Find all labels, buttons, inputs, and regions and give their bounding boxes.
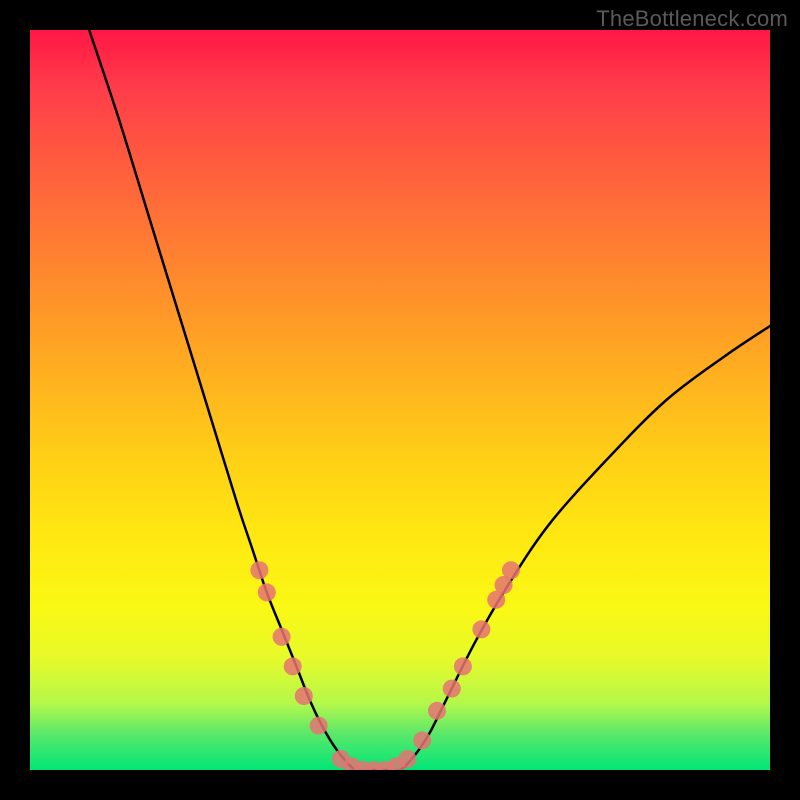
highlight-dot <box>310 717 328 735</box>
bottleneck-chart-svg <box>30 30 770 770</box>
highlight-dot <box>398 750 416 768</box>
highlight-dot <box>250 561 268 579</box>
highlight-dot <box>258 583 276 601</box>
bottleneck-curve <box>89 30 770 770</box>
highlight-dots-group <box>250 561 520 770</box>
highlight-dot <box>454 657 472 675</box>
highlight-dot <box>284 657 302 675</box>
highlight-dot <box>443 680 461 698</box>
highlight-dot <box>273 628 291 646</box>
highlight-dot <box>428 702 446 720</box>
highlight-dot <box>502 561 520 579</box>
highlight-dot <box>295 687 313 705</box>
watermark-text: TheBottleneck.com <box>596 6 788 32</box>
highlight-dot <box>472 620 490 638</box>
chart-plot-area <box>30 30 770 770</box>
highlight-dot <box>413 731 431 749</box>
